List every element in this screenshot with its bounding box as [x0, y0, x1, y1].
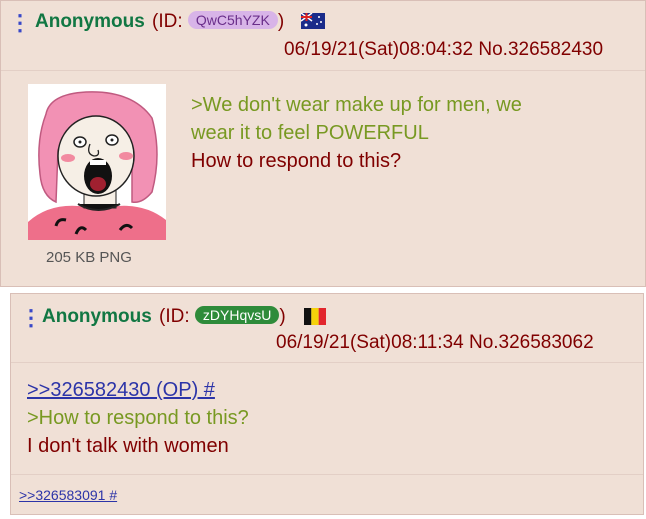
- belgium-flag-icon: [304, 308, 326, 325]
- footer-divider: [11, 474, 643, 475]
- greentext-line: >We don't wear make up for men, we: [191, 94, 522, 116]
- post-datetime: 06/19/21(Sat)08:11:34: [276, 332, 464, 353]
- id-prefix: (ID:: [159, 306, 190, 327]
- message-line: I don't talk with women: [27, 435, 229, 457]
- header-divider: [1, 70, 645, 71]
- poster-id: (ID: zDYHqvsU): [159, 306, 286, 328]
- poster-id: (ID: QwC5hYZK): [152, 11, 284, 33]
- post-message: >>326582430 (OP) # >How to respond to th…: [27, 376, 249, 460]
- poster-name: Anonymous: [35, 11, 145, 32]
- post-menu-icon[interactable]: ⋮: [20, 307, 42, 329]
- greentext-line: >How to respond to this?: [27, 407, 249, 429]
- file-info: 205 KB PNG: [46, 249, 132, 266]
- australia-flag-icon: [301, 13, 325, 29]
- post-message: >We don't wear make up for men, we wear …: [191, 91, 522, 175]
- op-quote-link[interactable]: >>326582430 (OP) #: [27, 379, 215, 401]
- post-number[interactable]: No.326582430: [478, 39, 603, 60]
- greentext-line: wear it to feel POWERFUL: [191, 122, 429, 144]
- id-suffix: ): [279, 306, 286, 327]
- id-badge[interactable]: QwC5hYZK: [187, 11, 278, 29]
- post-meta: 06/19/21(Sat)08:04:32 No.326582430: [284, 39, 603, 61]
- reply-backlink[interactable]: >>326583091 #: [19, 487, 117, 503]
- id-badge[interactable]: zDYHqvsU: [194, 306, 280, 324]
- poster-name: Anonymous: [42, 306, 152, 327]
- post-image-thumbnail[interactable]: [28, 84, 166, 240]
- post-menu-icon[interactable]: ⋮: [9, 12, 31, 34]
- post-op: ⋮ Anonymous (ID: QwC5hYZK) 06/19/21(Sat)…: [0, 0, 646, 287]
- header-divider: [11, 362, 643, 363]
- post-number[interactable]: No.326583062: [469, 332, 594, 353]
- message-line: How to respond to this?: [191, 150, 402, 172]
- post-reply: ⋮ Anonymous (ID: zDYHqvsU) 06/19/21(Sat)…: [10, 293, 644, 515]
- id-prefix: (ID:: [152, 11, 183, 32]
- post-meta: 06/19/21(Sat)08:11:34 No.326583062: [276, 332, 594, 354]
- post-datetime: 06/19/21(Sat)08:04:32: [284, 39, 474, 60]
- id-suffix: ): [277, 11, 285, 32]
